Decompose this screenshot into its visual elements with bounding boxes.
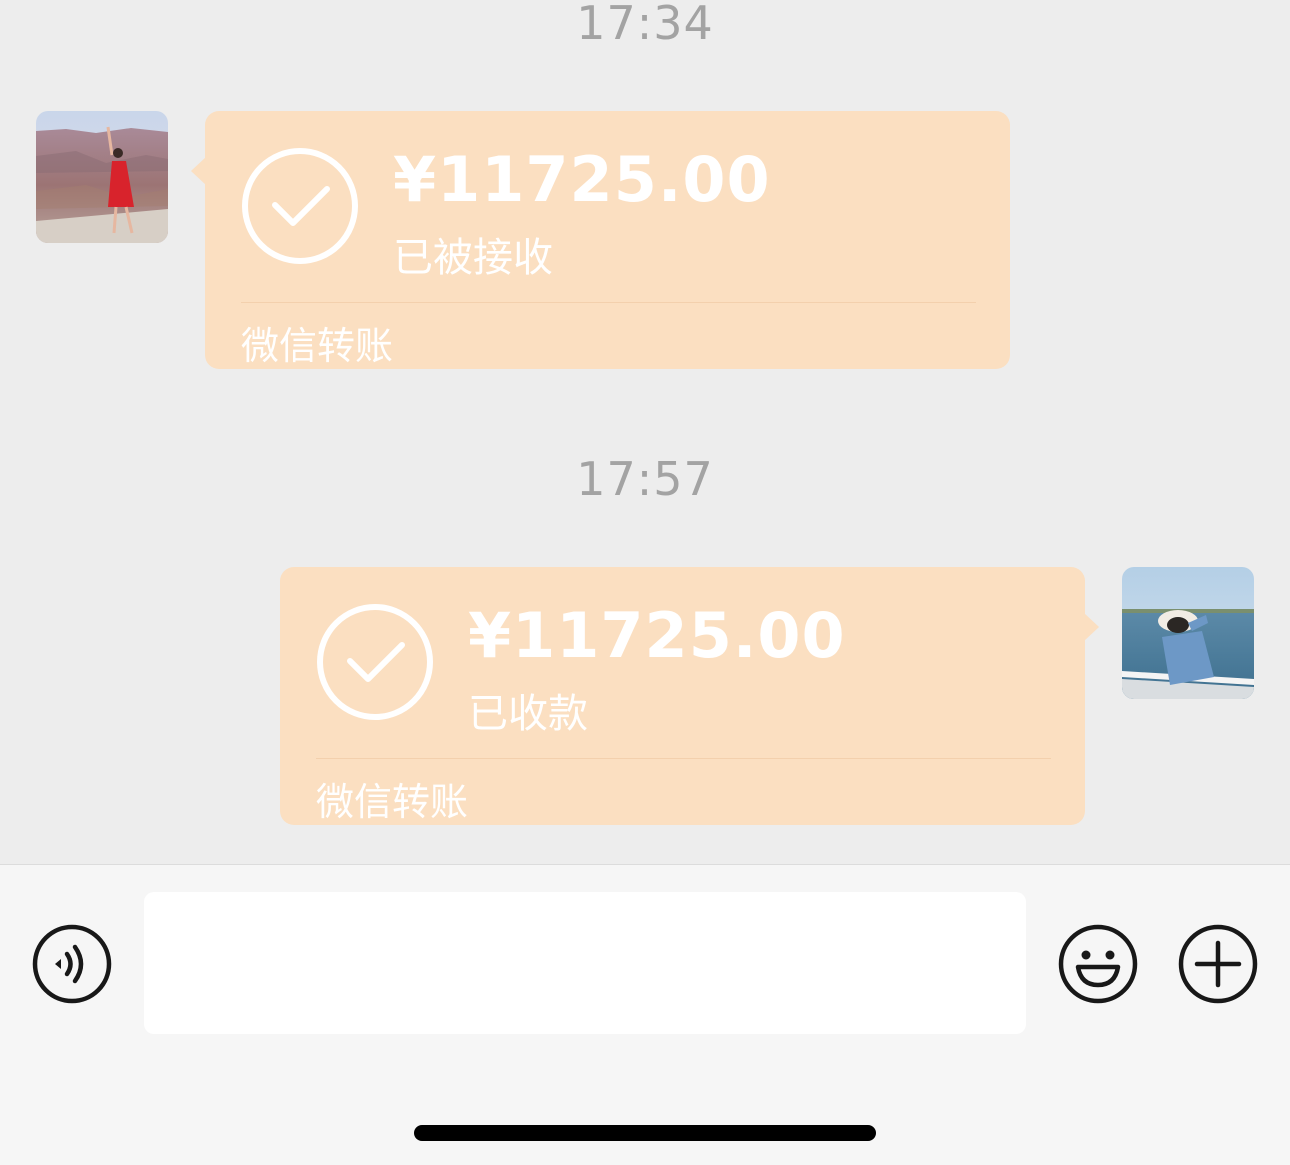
bubble-tail: [191, 157, 206, 185]
home-indicator: [414, 1125, 876, 1141]
transfer-bubble[interactable]: ¥11725.00 已收款 微信转账: [280, 567, 1099, 825]
voice-icon[interactable]: [31, 923, 113, 1005]
transfer-status: 已被接收: [393, 235, 553, 281]
avatar-canyon-photo[interactable]: [36, 111, 168, 243]
emoji-icon[interactable]: [1057, 923, 1139, 1005]
message-input[interactable]: [144, 892, 1026, 1034]
bubble-tail: [1084, 613, 1099, 641]
transfer-bubble[interactable]: ¥11725.00 已被接收 微信转账: [191, 111, 1010, 369]
check-circle-icon: [242, 148, 358, 264]
divider: [316, 758, 1051, 759]
timestamp: 17:57: [576, 452, 714, 506]
chat-area[interactable]: 17:34 ¥11725.00 已被接收 微信转账 17:57 ¥11725.0…: [0, 0, 1290, 864]
transfer-status: 已收款: [468, 691, 588, 737]
divider: [241, 302, 976, 303]
check-circle-icon: [317, 604, 433, 720]
avatar-sea-photo[interactable]: [1122, 567, 1254, 699]
transfer-amount: ¥11725.00: [468, 599, 846, 672]
input-bar: [0, 864, 1290, 1165]
transfer-amount: ¥11725.00: [393, 143, 771, 216]
transfer-footer-label: 微信转账: [316, 780, 469, 824]
transfer-footer-label: 微信转账: [241, 324, 394, 368]
plus-icon[interactable]: [1177, 923, 1259, 1005]
timestamp: 17:34: [576, 0, 714, 50]
